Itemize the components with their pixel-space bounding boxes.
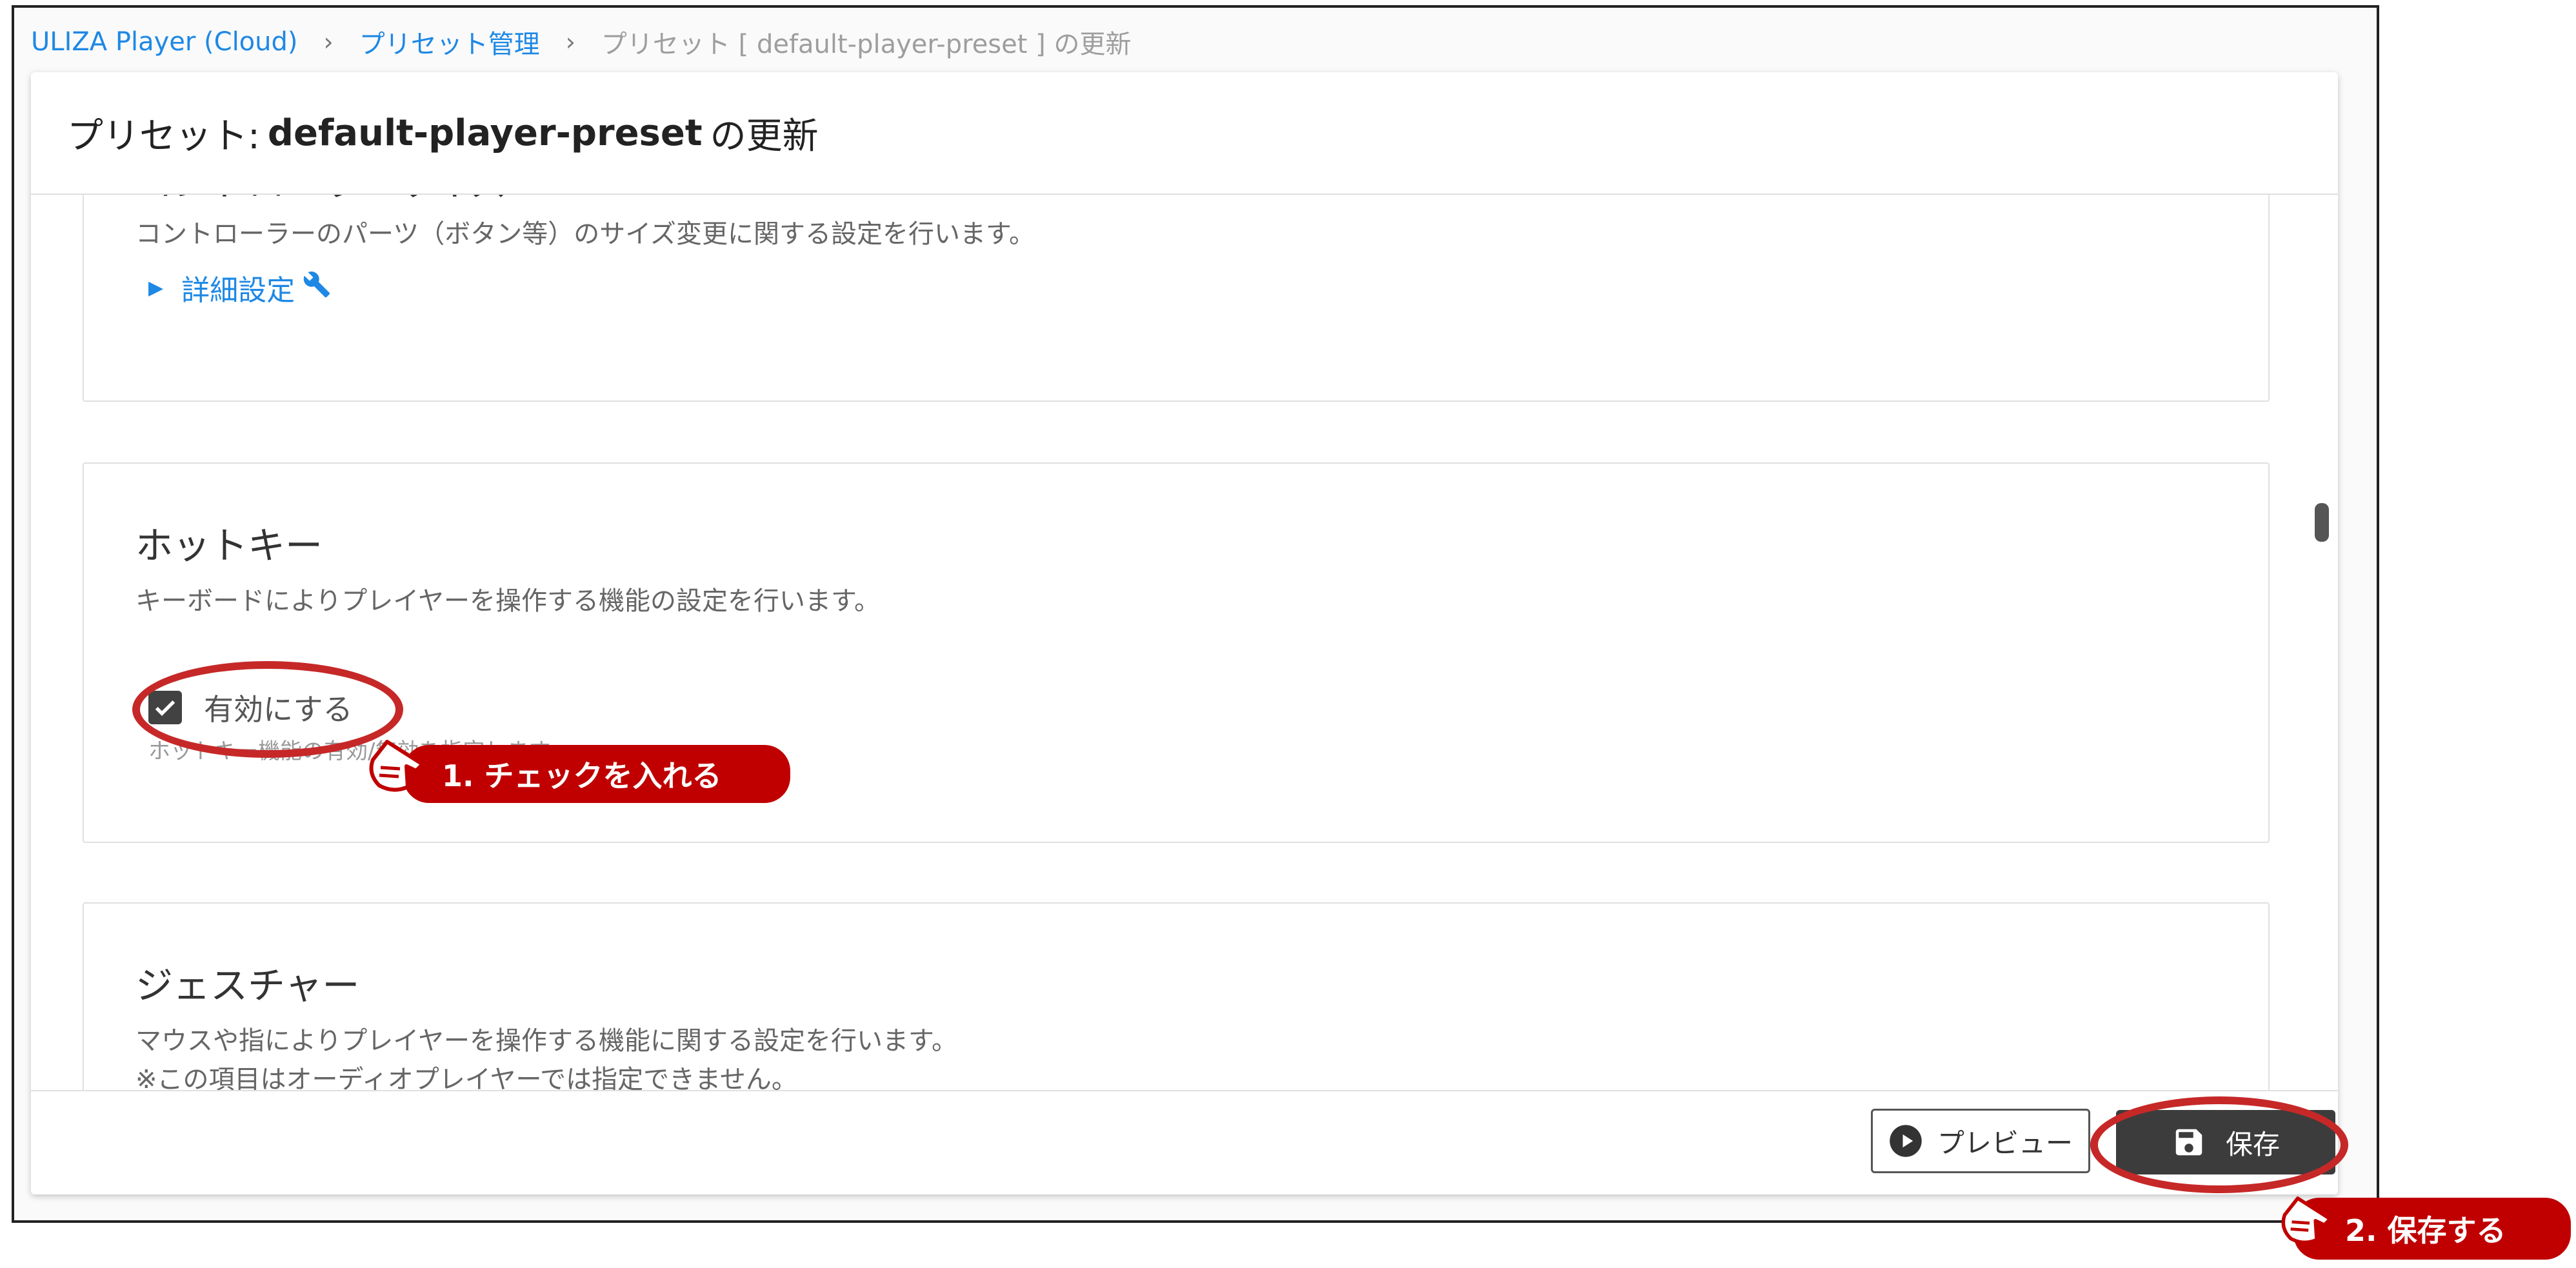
pointing-hand-icon bbox=[2281, 1196, 2332, 1244]
breadcrumb-current: プリセット [ default-player-preset ] の更新 bbox=[601, 30, 1132, 59]
breadcrumb-link-preset-management[interactable]: プリセット管理 bbox=[359, 23, 540, 61]
section-note: ※この項目はオーディオプレイヤーでは指定できません。 bbox=[135, 1065, 797, 1091]
section-title: コントローラーサイズ bbox=[135, 195, 508, 206]
annotation-step1: 1. チェックを入れる bbox=[403, 745, 790, 803]
page-title-prefix: プリセット: bbox=[67, 115, 260, 157]
section-title: ジェスチャー bbox=[135, 964, 360, 1007]
section-title: ホットキー bbox=[135, 524, 323, 568]
detail-settings-label: 詳細設定 bbox=[181, 274, 295, 307]
breadcrumb-link-player[interactable]: ULIZA Player (Cloud) bbox=[31, 27, 298, 57]
preview-label: プレビュー bbox=[1937, 1127, 2073, 1159]
page-title-preset-name: default-player-preset bbox=[267, 112, 703, 154]
page-title: プリセット: default-player-preset の更新 bbox=[31, 72, 2338, 195]
breadcrumb: ULIZA Player (Cloud) › プリセット管理 › プリセット [… bbox=[31, 19, 1131, 64]
gesture-section: ジェスチャー マウスや指によりプレイヤーを操作する機能に関する設定を行います。 … bbox=[83, 902, 2270, 1091]
preset-edit-card: プリセット: default-player-preset の更新 コントローラー… bbox=[31, 72, 2338, 1194]
section-description: キーボードによりプレイヤーを操作する機能の設定を行います。 bbox=[135, 586, 880, 616]
annotation-step2-text: 2. 保存する bbox=[2345, 1213, 2506, 1248]
caret-right-icon: ▶ bbox=[148, 276, 164, 299]
breadcrumb-separator: › bbox=[565, 28, 575, 56]
section-description: マウスや指によりプレイヤーを操作する機能に関する設定を行います。 bbox=[135, 1026, 957, 1056]
settings-scroll-area[interactable]: コントローラーサイズ コントローラーのパーツ（ボタン等）のサイズ変更に関する設定… bbox=[31, 195, 2338, 1091]
detail-settings-link[interactable]: ▶ 詳細設定 bbox=[148, 267, 331, 308]
annotation-step1-text: 1. チェックを入れる bbox=[442, 758, 722, 793]
highlight-ellipse-save bbox=[2090, 1096, 2348, 1193]
scrollbar-thumb[interactable] bbox=[2315, 503, 2329, 542]
preview-button[interactable]: プレビュー bbox=[1871, 1109, 2090, 1173]
page-title-suffix: の更新 bbox=[710, 115, 819, 157]
play-circle-icon bbox=[1890, 1125, 1922, 1157]
controller-size-section: コントローラーサイズ コントローラーのパーツ（ボタン等）のサイズ変更に関する設定… bbox=[83, 195, 2270, 402]
section-description: コントローラーのパーツ（ボタン等）のサイズ変更に関する設定を行います。 bbox=[135, 219, 1035, 249]
wrench-icon bbox=[303, 270, 331, 306]
pointing-hand-icon bbox=[369, 740, 424, 792]
breadcrumb-separator: › bbox=[323, 28, 334, 56]
